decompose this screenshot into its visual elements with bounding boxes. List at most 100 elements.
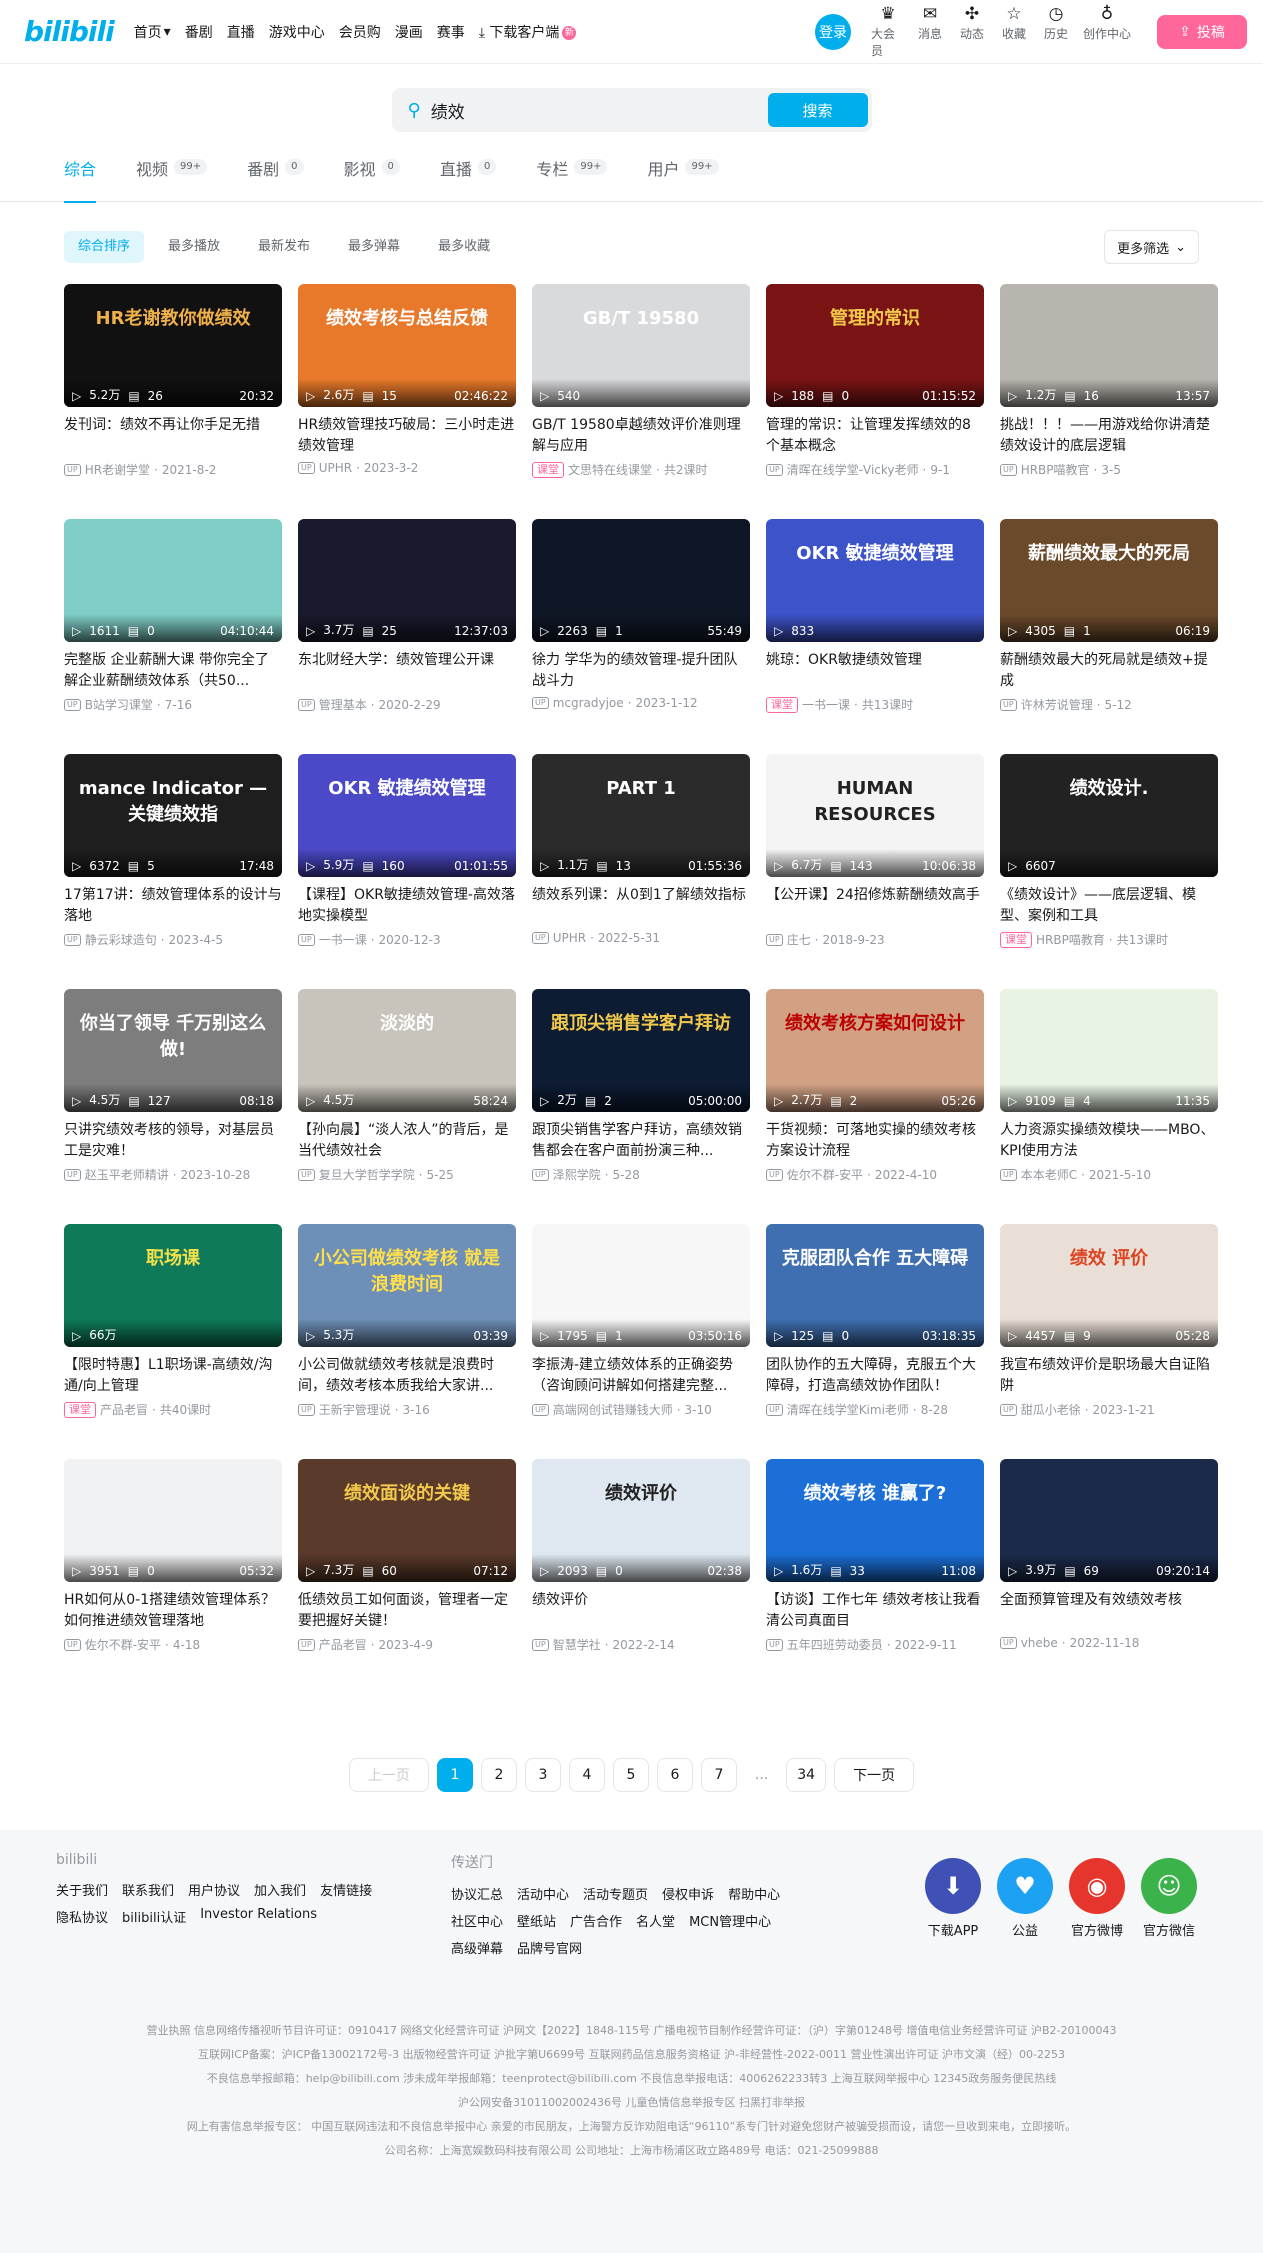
video-card[interactable]: 绩效设计. ▷ 6607 《绩效设计》——底层逻辑、模型、案例和工具 课堂 HRBP喵教育… — [1000, 754, 1218, 989]
video-title[interactable]: 挑战！！！——用游戏给你讲清楚绩效设计的底层逻辑 — [1000, 415, 1218, 457]
video-thumbnail[interactable]: ▷ 3.9万 ▤ 69 09:20:14 — [1000, 1459, 1218, 1582]
nav-item[interactable]: 首页 — [134, 22, 162, 42]
video-thumbnail[interactable]: 淡淡的 ▷ 4.5万 58:24 — [298, 989, 516, 1112]
video-title[interactable]: 17第17讲：绩效管理体系的设计与落地 — [64, 885, 282, 927]
uploader-name[interactable]: HR老谢学堂 — [85, 461, 150, 478]
video-card[interactable]: HR老谢教你做绩效 ▷ 5.2万 ▤ 26 20:32 发刊词：绩效不再让你手足无措 UP HR… — [64, 284, 282, 519]
video-card[interactable]: ▷ 3.9万 ▤ 69 09:20:14 全面预算管理及有效绩效考核 UP vhebe · 202… — [1000, 1459, 1218, 1694]
uploader-name[interactable]: HRBP喵教育 — [1036, 931, 1105, 948]
video-title[interactable]: 【孙向晨】“淡人浓人”的背后，是当代绩效社会 — [298, 1120, 516, 1162]
uploader-name[interactable]: 高端网创试错赚钱大师 — [553, 1401, 673, 1418]
tab-4[interactable]: 直播 0 — [440, 156, 497, 202]
footer-link[interactable]: 活动专题页 — [583, 1884, 648, 1903]
video-card[interactable]: 绩效评价 ▷ 2093 ▤ 0 02:38 绩效评价 UP 智慧学社 · 2022-2-14 — [532, 1459, 750, 1694]
video-title[interactable]: 徐力 学华为的绩效管理-提升团队战斗力 — [532, 650, 750, 692]
video-thumbnail[interactable]: 绩效考核 谁赢了? ▷ 1.6万 ▤ 33 11:08 — [766, 1459, 984, 1582]
uploader-name[interactable]: 庄七 — [787, 931, 811, 948]
page-button[interactable]: 6 — [656, 1758, 693, 1792]
video-thumbnail[interactable]: 你当了领导 千万别这么做! ▷ 4.5万 ▤ 127 08:18 — [64, 989, 282, 1112]
uploader-name[interactable]: 王新宇管理说 — [319, 1401, 391, 1418]
prev-page-button[interactable]: 上一页 — [348, 1758, 429, 1792]
video-thumbnail[interactable]: 绩效评价 ▷ 2093 ▤ 0 02:38 — [532, 1459, 750, 1582]
uploader-name[interactable]: vhebe — [1021, 1636, 1058, 1650]
nav-star-entry[interactable]: ☆ 收藏 — [997, 5, 1031, 59]
tab-2[interactable]: 番剧 0 — [247, 156, 304, 202]
uploader-name[interactable]: 佐尔不群-安平 — [787, 1166, 863, 1183]
uploader-name[interactable]: 清晖在线学堂Kimi老师 — [787, 1401, 909, 1418]
footer-link[interactable]: 名人堂 — [636, 1911, 675, 1930]
uploader-name[interactable]: 一书一课 — [802, 696, 850, 713]
nav-clock-entry[interactable]: ◷ 历史 — [1039, 5, 1073, 59]
video-card[interactable]: 绩效面谈的关键 ▷ 7.3万 ▤ 60 07:12 低绩效员工如何面谈，管理者一定要把握好关… — [298, 1459, 516, 1694]
uploader-name[interactable]: 泽熙学院 — [553, 1166, 601, 1183]
bilibili-logo[interactable]: bilibili — [24, 15, 115, 48]
video-thumbnail[interactable]: ▷ 9109 ▤ 4 11:35 — [1000, 989, 1218, 1112]
nav-item[interactable]: 番剧 — [185, 22, 213, 42]
uploader-name[interactable]: 产品老冒 — [319, 1636, 367, 1653]
footer-link[interactable]: 用户协议 — [188, 1880, 240, 1899]
nav-crown-entry[interactable]: ♛ 大会员 — [871, 5, 905, 59]
nav-item[interactable]: 漫画 — [395, 22, 423, 42]
footer-link[interactable]: 活动中心 — [517, 1884, 569, 1903]
page-button[interactable]: 3 — [524, 1758, 561, 1792]
sort-option[interactable]: 最多收藏 — [424, 231, 504, 263]
footer-link[interactable]: Investor Relations — [200, 1907, 317, 1926]
video-thumbnail[interactable]: mance Indicator — 关键绩效指 ▷ 6372 ▤ 5 17:48 — [64, 754, 282, 877]
video-title[interactable]: 管理的常识：让管理发挥绩效的8个基本概念 — [766, 415, 984, 457]
uploader-name[interactable]: 赵玉平老师精讲 — [85, 1166, 169, 1183]
video-thumbnail[interactable]: 薪酬绩效最大的死局 ▷ 4305 ▤ 1 06:19 — [1000, 519, 1218, 642]
footer-link[interactable]: MCN管理中心 — [689, 1911, 771, 1930]
footer-app-entry[interactable]: ⬇ 下载APP — [925, 1858, 981, 1957]
search-input[interactable] — [430, 100, 768, 120]
page-button[interactable]: 34 — [786, 1758, 827, 1792]
video-title[interactable]: 低绩效员工如何面谈，管理者一定要把握好关键！ — [298, 1590, 516, 1632]
video-thumbnail[interactable]: GB/T 19580 ▷ 540 — [532, 284, 750, 407]
video-card[interactable]: GB/T 19580 ▷ 540 GB/T 19580卓越绩效评价准则理解与应用 课堂文… — [532, 284, 750, 519]
video-title[interactable]: 团队协作的五大障碍，克服五个大障碍，打造高绩效协作团队！ — [766, 1355, 984, 1397]
page-button[interactable]: 4 — [568, 1758, 605, 1792]
video-title[interactable]: 绩效评价 — [532, 1590, 750, 1632]
video-title[interactable]: HR绩效管理技巧破局：三小时走进绩效管理 — [298, 415, 516, 457]
video-title[interactable]: HR如何从0-1搭建绩效管理体系？如何推进绩效管理落地 — [64, 1590, 282, 1632]
video-title[interactable]: 人力资源实操绩效模块——MBO、KPI使用方法 — [1000, 1120, 1218, 1162]
video-thumbnail[interactable]: ▷ 2263 ▤ 1 55:49 — [532, 519, 750, 642]
video-card[interactable]: ▷ 1.2万 ▤ 16 13:57 挑战！！！——用游戏给你讲清楚绩效设计的底层逻辑 UP H… — [1000, 284, 1218, 519]
uploader-name[interactable]: UPHR — [319, 461, 352, 475]
footer-app-entry[interactable]: ☺ 官方微信 — [1141, 1858, 1197, 1957]
footer-link[interactable]: 帮助中心 — [728, 1884, 780, 1903]
page-button[interactable]: 2 — [480, 1758, 517, 1792]
tab-5[interactable]: 专栏 99+ — [536, 156, 608, 202]
video-thumbnail[interactable]: OKR 敏捷绩效管理 ▷ 833 — [766, 519, 984, 642]
video-card[interactable]: 职场课 ▷ 66万 【限时特惠】L1职场课-高绩效/沟通/向上管理 课堂 产品老冒 · 共40… — [64, 1224, 282, 1459]
footer-link[interactable]: 联系我们 — [122, 1880, 174, 1899]
nav-item[interactable]: 游戏中心 — [269, 22, 325, 42]
video-title[interactable]: 李振涛-建立绩效体系的正确姿势（咨询顾问讲解如何搭建完整... — [532, 1355, 750, 1397]
search-button[interactable]: 搜索 — [767, 93, 868, 127]
video-title[interactable]: 发刊词：绩效不再让你手足无措 — [64, 415, 282, 457]
uploader-name[interactable]: 本本老师C — [1021, 1166, 1077, 1183]
video-title[interactable]: 东北财经大学：绩效管理公开课 — [298, 650, 516, 692]
uploader-name[interactable]: 产品老冒 — [100, 1401, 148, 1418]
footer-link[interactable]: 隐私协议 — [56, 1907, 108, 1926]
footer-link[interactable]: 友情链接 — [320, 1880, 372, 1899]
video-card[interactable]: ▷ 9109 ▤ 4 11:35 人力资源实操绩效模块——MBO、KPI使用方法 UP 本本老… — [1000, 989, 1218, 1224]
download-client-link[interactable]: ⤓ 下载客户端新 — [479, 22, 577, 42]
footer-link[interactable]: 协议汇总 — [451, 1884, 503, 1903]
video-thumbnail[interactable]: ▷ 1.2万 ▤ 16 13:57 — [1000, 284, 1218, 407]
sort-option[interactable]: 综合排序 — [64, 231, 145, 263]
tab-0[interactable]: 综合 — [64, 156, 97, 203]
nav-item[interactable]: 赛事 — [437, 22, 465, 42]
page-button[interactable]: 1 — [436, 1758, 473, 1792]
video-card[interactable]: ▷ 3951 ▤ 0 05:32 HR如何从0-1搭建绩效管理体系？如何推进绩效管理落地 U… — [64, 1459, 282, 1694]
video-thumbnail[interactable]: 绩效设计. ▷ 6607 — [1000, 754, 1218, 877]
video-card[interactable]: 绩效考核方案如何设计 ▷ 2.7万 ▤ 2 05:26 干货视频：可落地实操的绩效考核方案设… — [766, 989, 984, 1224]
footer-link[interactable]: 品牌号官网 — [517, 1938, 582, 1957]
video-card[interactable]: OKR 敏捷绩效管理 ▷ 5.9万 ▤ 160 01:01:55 【课程】OKR敏捷绩效管理… — [298, 754, 516, 989]
sort-option[interactable]: 最多弹幕 — [334, 231, 414, 263]
video-title[interactable]: 只讲究绩效考核的领导，对基层员工是灾难！ — [64, 1120, 282, 1162]
sort-option[interactable]: 最多播放 — [154, 231, 234, 263]
video-thumbnail[interactable]: ▷ 3.7万 ▤ 25 12:37:03 — [298, 519, 516, 642]
footer-link[interactable]: 广告合作 — [570, 1911, 622, 1930]
video-card[interactable]: 跟顶尖销售学客户拜访 ▷ 2万 ▤ 2 05:00:00 跟顶尖销售学客户拜访，高绩效销售都… — [532, 989, 750, 1224]
video-card[interactable]: 绩效考核与总结反馈 ▷ 2.6万 ▤ 15 02:46:22 HR绩效管理技巧破局：三小时走… — [298, 284, 516, 519]
